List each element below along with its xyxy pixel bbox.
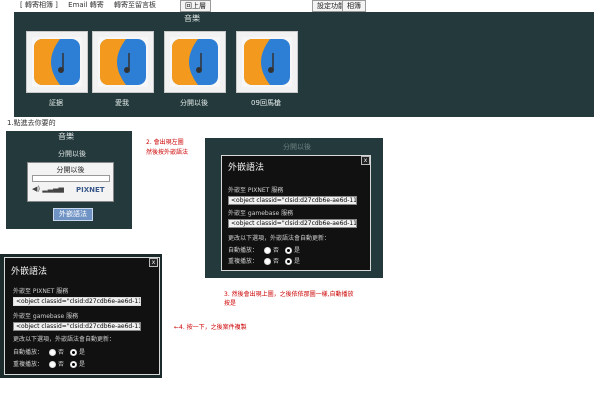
autoplay-label: 自動播放： — [13, 349, 44, 356]
forward-message-board-link[interactable]: 轉寄至留言板 — [114, 1, 156, 9]
autoplay-no-label: 否 — [273, 247, 280, 254]
album-panel: [ 轉寄相簿 ] Email 轉寄 轉寄至留言板 回上層 設定功能 相簿 音樂 … — [14, 0, 594, 117]
embed-code-button[interactable]: 外嵌語法 — [53, 208, 93, 221]
thumbnail-label[interactable]: 証据 — [26, 98, 86, 108]
pixnet-embed-label: 外嵌至 PIXNET 服務 — [228, 187, 284, 194]
repeat-option-row: 重複播放： 否 是 — [13, 359, 85, 368]
autoplay-option-row: 自動播放： 否 是 — [13, 347, 85, 356]
music-thumbnail-icon — [100, 39, 146, 85]
repeat-no-radio[interactable] — [49, 361, 57, 368]
repeat-no-label: 否 — [273, 258, 280, 265]
autoplay-yes-radio[interactable] — [70, 349, 78, 356]
thumbnail-label[interactable]: 愛我 — [92, 98, 152, 108]
options-hint: 更改以下選項，外嵌語法會自動更新： — [13, 336, 116, 343]
close-icon[interactable]: x — [361, 156, 370, 165]
step3-note-line1: 3. 然後會出現上圖，之後依依那圖一樣,自動播放 — [224, 291, 354, 298]
music-thumbnail-icon — [34, 39, 80, 85]
gamebase-embed-label: 外嵌至 gamebase 服務 — [13, 313, 79, 320]
step3-note-line2: 按是 — [224, 300, 237, 307]
autoplay-yes-radio[interactable] — [285, 247, 293, 254]
forward-links: [ 轉寄相簿 ] Email 轉寄 轉寄至留言板 — [20, 0, 164, 11]
player-song-name: 分開以後 — [58, 150, 86, 158]
pixnet-embed-code-field[interactable]: <object classid="clsid:d27cdb6e-ae6d-11c… — [228, 196, 357, 205]
gamebase-embed-label: 外嵌至 gamebase 服務 — [228, 210, 294, 217]
autoplay-no-label: 否 — [58, 349, 65, 356]
step2-note: 2. 會出現左圖 然後按外嵌語法 — [146, 138, 188, 158]
repeat-yes-label: 是 — [79, 361, 86, 368]
dialog-title: 外嵌語法 — [228, 163, 265, 173]
repeat-yes-radio[interactable] — [285, 258, 293, 265]
back-up-button[interactable]: 回上層 — [180, 0, 211, 12]
step2-note-line2: 然後按外嵌語法 — [146, 149, 189, 156]
pixnet-logo: PIXNET — [76, 186, 105, 194]
thumbnail-label[interactable]: 09回馬槍 — [236, 98, 296, 108]
music-thumbnail-icon — [244, 39, 290, 85]
embed-dialog: 外嵌語法 x 外嵌至 PIXNET 服務 <object classid="cl… — [221, 155, 371, 271]
repeat-no-radio[interactable] — [264, 258, 272, 265]
thumbnail-label[interactable]: 分開以後 — [164, 98, 224, 108]
autoplay-no-radio[interactable] — [49, 349, 57, 356]
dialog-title: 外嵌語法 — [11, 267, 48, 277]
autoplay-no-radio[interactable] — [264, 247, 272, 254]
gamebase-embed-code-field[interactable]: <object classid="clsid:d27cdb6e-ae6d-11c… — [228, 219, 357, 228]
embed-dialog-screenshot-1: 分開以後 外嵌語法 x 外嵌至 PIXNET 服務 <object classi… — [205, 138, 383, 278]
player-progress-bar[interactable] — [32, 175, 110, 182]
email-forward-link[interactable]: Email 轉寄 — [68, 1, 104, 9]
autoplay-option-row: 自動播放： 否 是 — [228, 245, 300, 254]
background-song-title: 分開以後 — [283, 143, 311, 151]
repeat-option-row: 重複播放： 否 是 — [228, 256, 300, 265]
step4-note: ←4. 按一下，之後案件複製 — [174, 324, 247, 331]
album-thumbnail[interactable] — [92, 31, 154, 93]
music-player: 分開以後 ◀) ▂▃▄▅ PIXNET — [27, 162, 114, 202]
repeat-label: 重複播放： — [228, 258, 259, 265]
album-toolbar: [ 轉寄相簿 ] Email 轉寄 轉寄至留言板 回上層 設定功能 相簿 — [14, 0, 594, 12]
player-section-title: 音樂 — [58, 132, 74, 141]
repeat-yes-label: 是 — [294, 258, 301, 265]
volume-icon[interactable]: ◀) ▂▃▄▅ — [32, 185, 64, 193]
forward-album-link[interactable]: [ 轉寄相簿 ] — [20, 1, 58, 9]
pixnet-embed-label: 外嵌至 PIXNET 服務 — [13, 288, 69, 295]
album-thumbnail[interactable] — [26, 31, 88, 93]
music-thumbnail-icon — [172, 39, 218, 85]
related-album-button[interactable]: 相簿 — [342, 0, 366, 12]
step2-note-line1: 2. 會出現左圖 — [146, 139, 184, 146]
repeat-no-label: 否 — [58, 361, 65, 368]
gamebase-embed-code-field[interactable]: <object classid="clsid:d27cdb6e-ae6d-11c… — [13, 322, 141, 331]
close-icon[interactable]: x — [149, 258, 158, 267]
album-thumbnail[interactable] — [164, 31, 226, 93]
autoplay-yes-label: 是 — [79, 349, 86, 356]
player-panel: 音樂 分開以後 分開以後 ◀) ▂▃▄▅ PIXNET 外嵌語法 — [6, 131, 132, 229]
repeat-label: 重複播放： — [13, 361, 44, 368]
options-hint: 更改以下選項，外嵌語法會自動更新： — [228, 235, 331, 242]
step1-caption: 1.點進去你要的 — [7, 119, 56, 127]
autoplay-label: 自動播放： — [228, 247, 259, 254]
step3-note: 3. 然後會出現上圖，之後依依那圖一樣,自動播放 按是 — [224, 290, 354, 308]
album-title: 音樂 — [184, 14, 200, 23]
album-thumbnail[interactable] — [236, 31, 298, 93]
player-song-title: 分開以後 — [56, 166, 85, 174]
embed-dialog-screenshot-2: 外嵌語法 x 外嵌至 PIXNET 服務 <object classid="cl… — [0, 254, 162, 378]
embed-dialog: 外嵌語法 x 外嵌至 PIXNET 服務 <object classid="cl… — [4, 257, 160, 375]
pixnet-embed-code-field[interactable]: <object classid="clsid:d27cdb6e-ae6d-11c… — [13, 297, 141, 306]
autoplay-yes-label: 是 — [294, 247, 301, 254]
repeat-yes-radio[interactable] — [70, 361, 78, 368]
